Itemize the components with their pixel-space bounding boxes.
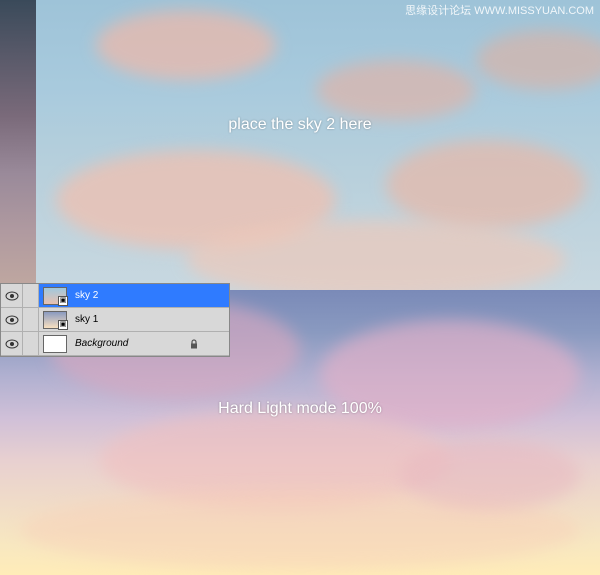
layer-name-label[interactable]: sky 1: [75, 314, 229, 325]
cloud: [316, 60, 476, 120]
layer-name-label[interactable]: sky 2: [75, 290, 229, 301]
watermark-text: 思缘设计论坛 WWW.MISSYUAN.COM: [405, 2, 594, 18]
sky-top-image: [36, 0, 600, 290]
layer-row-background[interactable]: Background: [1, 332, 229, 356]
visibility-toggle[interactable]: [1, 308, 23, 331]
layer-name-label[interactable]: Background: [75, 338, 189, 349]
layer-row-sky1[interactable]: ▣ sky 1: [1, 308, 229, 332]
layer-thumbnail[interactable]: [43, 335, 67, 353]
link-column[interactable]: [23, 308, 39, 331]
instruction-top: place the sky 2 here: [228, 116, 371, 134]
instruction-bottom: Hard Light mode 100%: [218, 400, 382, 418]
smart-object-badge: ▣: [58, 296, 68, 306]
layer-row-sky2[interactable]: ▣ sky 2: [1, 284, 229, 308]
cloud: [96, 10, 276, 80]
lock-icon: [189, 339, 199, 349]
tutorial-canvas: 思缘设计论坛 WWW.MISSYUAN.COM place the sky 2 …: [0, 0, 600, 575]
smart-object-badge: ▣: [58, 320, 68, 330]
visibility-toggle[interactable]: [1, 284, 23, 307]
layers-panel[interactable]: ▣ sky 2 ▣ sky 1 Background: [0, 283, 230, 357]
cloud: [476, 30, 600, 90]
left-sky-strip: [0, 0, 36, 290]
visibility-toggle[interactable]: [1, 332, 23, 355]
cloud: [386, 140, 586, 230]
layer-thumbnail[interactable]: ▣: [43, 311, 67, 329]
layer-thumbnail[interactable]: ▣: [43, 287, 67, 305]
eye-icon: [5, 315, 19, 325]
eye-icon: [5, 291, 19, 301]
link-column[interactable]: [23, 332, 39, 355]
eye-icon: [5, 339, 19, 349]
link-column[interactable]: [23, 284, 39, 307]
cloud: [186, 220, 566, 290]
cloud: [400, 440, 580, 510]
